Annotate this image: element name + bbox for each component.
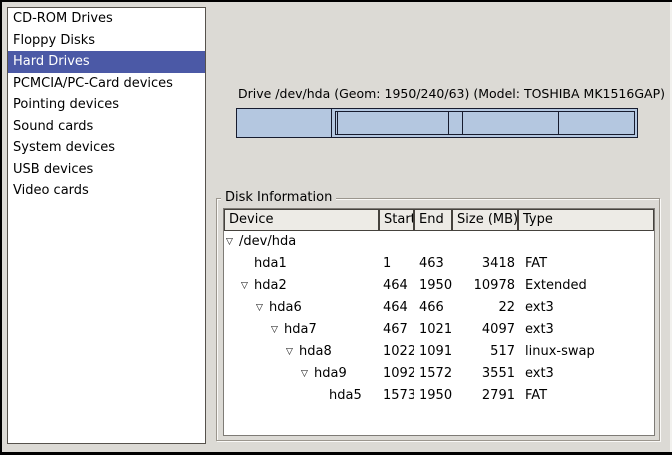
start-cell [379, 231, 414, 253]
sidebar-item-cd-rom-drives[interactable]: CD-ROM Drives [8, 8, 205, 30]
partition-table-header: DeviceStartEndSize (MB)Type [224, 209, 654, 231]
size-cell: 2791 [452, 385, 518, 407]
size-cell: 22 [452, 297, 518, 319]
type-cell [518, 231, 654, 253]
type-cell: ext3 [518, 297, 654, 319]
column-header-type[interactable]: Type [518, 209, 654, 231]
end-cell: 1091 [414, 341, 452, 363]
type-cell: ext3 [518, 363, 654, 385]
sidebar-item-system-devices[interactable]: System devices [8, 137, 205, 159]
size-cell [452, 231, 518, 253]
device-cell: ▽hda9 [224, 363, 379, 385]
device-name: hda7 [284, 322, 317, 337]
size-cell: 517 [452, 341, 518, 363]
type-cell: FAT [518, 385, 654, 407]
sidebar-item-video-cards[interactable]: Video cards [8, 180, 205, 202]
bar-segment-hda8 [448, 112, 462, 134]
partition-table: DeviceStartEndSize (MB)Type ▽/dev/hdahda… [223, 208, 655, 436]
device-cell: ▽hda6 [224, 297, 379, 319]
sidebar-item-pcmcia-pc-card-devices[interactable]: PCMCIA/PC-Card devices [8, 73, 205, 95]
disk-information-groupbox: Disk Information DeviceStartEndSize (MB)… [216, 198, 660, 441]
device-cell: ▽/dev/hda [224, 231, 379, 253]
column-header-size-mb[interactable]: Size (MB) [452, 209, 518, 231]
expander-triangle-icon[interactable]: ▽ [241, 275, 254, 297]
end-cell: 466 [414, 297, 452, 319]
bar-segment-hda2-extended [332, 109, 637, 137]
partition-table-body: ▽/dev/hdahda114633418FAT▽hda246419501097… [224, 231, 654, 407]
expander-triangle-icon[interactable]: ▽ [286, 341, 299, 363]
type-cell: FAT [518, 253, 654, 275]
device-name: hda6 [269, 300, 302, 315]
device-cell: ▽hda2 [224, 275, 379, 297]
start-cell: 467 [379, 319, 414, 341]
table-row-hda6[interactable]: ▽hda646446622ext3 [224, 297, 654, 319]
start-cell: 1092 [379, 363, 414, 385]
size-cell: 3551 [452, 363, 518, 385]
device-name: hda2 [254, 278, 287, 293]
end-cell: 1950 [414, 275, 452, 297]
type-cell: Extended [518, 275, 654, 297]
sidebar-item-sound-cards[interactable]: Sound cards [8, 116, 205, 138]
table-row-hda7[interactable]: ▽hda746710214097ext3 [224, 319, 654, 341]
device-name: hda9 [314, 366, 347, 381]
sidebar-item-floppy-disks[interactable]: Floppy Disks [8, 30, 205, 52]
size-cell: 3418 [452, 253, 518, 275]
table-row-hda9[interactable]: ▽hda9109215723551ext3 [224, 363, 654, 385]
table-row-hda2[interactable]: ▽hda2464195010978Extended [224, 275, 654, 297]
device-cell: hda1 [224, 253, 379, 275]
bar-segment-hda7 [337, 112, 448, 134]
column-header-end[interactable]: End [414, 209, 452, 231]
device-name: hda8 [299, 344, 332, 359]
bar-logical-partitions-box [335, 111, 635, 135]
expander-triangle-icon[interactable]: ▽ [301, 363, 314, 385]
device-name: hda5 [329, 388, 362, 403]
bar-segment-hda9 [462, 112, 558, 134]
end-cell: 1950 [414, 385, 452, 407]
end-cell [414, 231, 452, 253]
device-cell: ▽hda7 [224, 319, 379, 341]
size-cell: 4097 [452, 319, 518, 341]
column-header-start[interactable]: Start [379, 209, 414, 231]
device-name: /dev/hda [239, 234, 296, 249]
size-cell: 10978 [452, 275, 518, 297]
start-cell: 1022 [379, 341, 414, 363]
drive-title: Drive /dev/hda (Geom: 1950/240/63) (Mode… [238, 86, 665, 101]
table-row-dev-hda[interactable]: ▽/dev/hda [224, 231, 654, 253]
drive-partition-bar [236, 108, 638, 138]
end-cell: 463 [414, 253, 452, 275]
end-cell: 1572 [414, 363, 452, 385]
sidebar-item-pointing-devices[interactable]: Pointing devices [8, 94, 205, 116]
start-cell: 1573 [379, 385, 414, 407]
start-cell: 1 [379, 253, 414, 275]
type-cell: linux-swap [518, 341, 654, 363]
table-row-hda5[interactable]: hda5 157319502791FAT [224, 385, 654, 407]
hardware-browser-window: CD-ROM DrivesFloppy DisksHard DrivesPCMC… [0, 0, 672, 455]
expander-triangle-icon[interactable]: ▽ [271, 319, 284, 341]
device-category-list: CD-ROM DrivesFloppy DisksHard DrivesPCMC… [7, 7, 206, 444]
expander-triangle-icon[interactable]: ▽ [256, 297, 269, 319]
start-cell: 464 [379, 275, 414, 297]
bar-segment-hda5 [558, 112, 634, 134]
table-row-hda8[interactable]: ▽hda810221091517linux-swap [224, 341, 654, 363]
sidebar-item-hard-drives[interactable]: Hard Drives [8, 51, 205, 73]
type-cell: ext3 [518, 319, 654, 341]
sidebar-item-usb-devices[interactable]: USB devices [8, 159, 205, 181]
table-row-hda1[interactable]: hda1 14633418FAT [224, 253, 654, 275]
start-cell: 464 [379, 297, 414, 319]
device-name: hda1 [254, 256, 287, 271]
column-header-device[interactable]: Device [224, 209, 379, 231]
bar-segment-hda1 [237, 109, 332, 137]
expander-triangle-icon[interactable]: ▽ [226, 231, 239, 253]
device-cell: hda5 [224, 385, 379, 407]
disk-information-label: Disk Information [221, 190, 336, 205]
end-cell: 1021 [414, 319, 452, 341]
device-cell: ▽hda8 [224, 341, 379, 363]
